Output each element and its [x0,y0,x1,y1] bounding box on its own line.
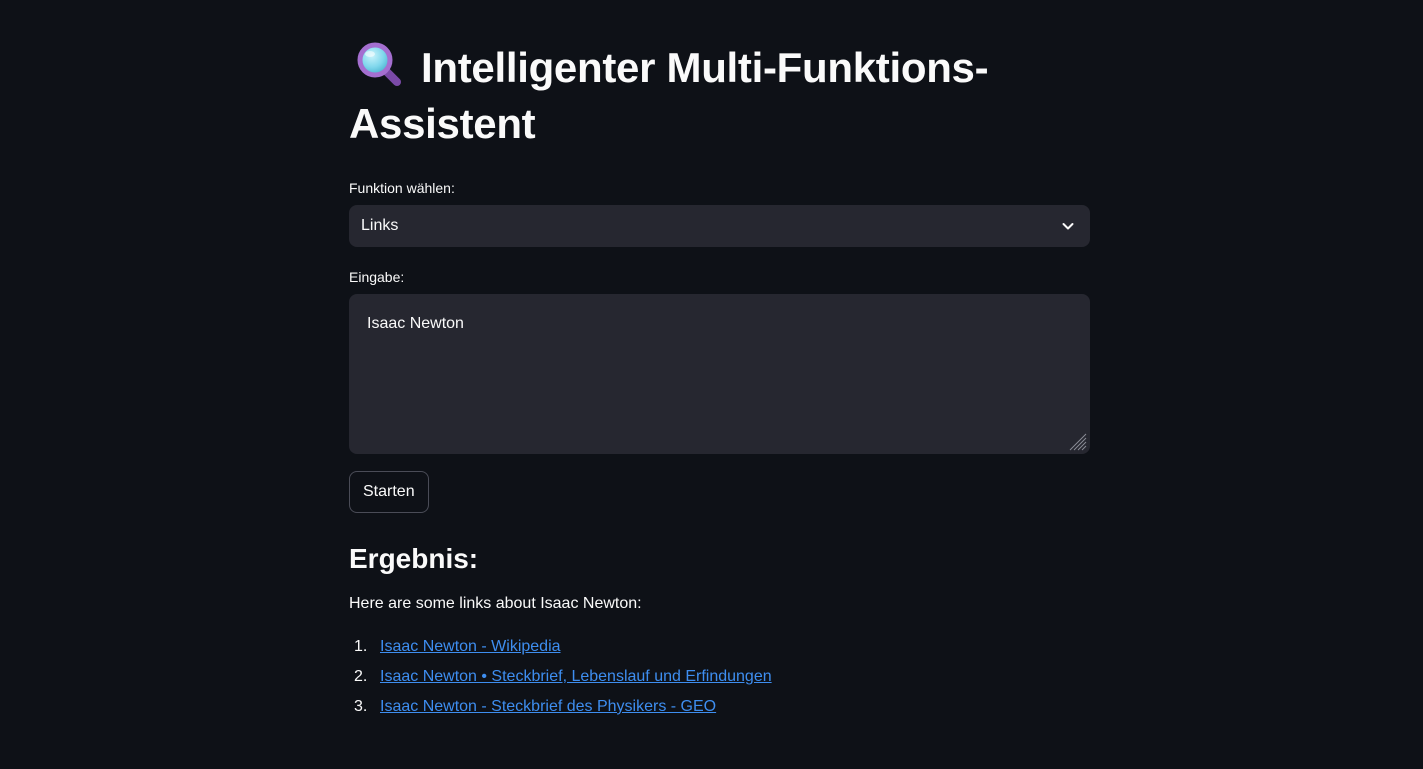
list-item: 1. Isaac Newton - Wikipedia [349,635,1090,659]
input-textarea[interactable]: Isaac Newton [349,294,1090,454]
chevron-down-icon [1062,223,1074,230]
resize-handle-icon[interactable] [1066,430,1088,452]
list-item-number: 2. [354,668,368,685]
list-item: 2. Isaac Newton • Steckbrief, Lebenslauf… [349,665,1090,689]
function-select-value: Links [361,217,399,234]
result-links-list: 1. Isaac Newton - Wikipedia 2. Isaac New… [349,635,1090,719]
list-item-number: 1. [354,638,368,655]
result-link[interactable]: Isaac Newton - Steckbrief des Physikers … [380,695,716,719]
function-select-label: Funktion wählen: [349,180,455,196]
page-title: Intelligenter Multi-Funktions-Assistent [349,40,1090,152]
result-link[interactable]: Isaac Newton • Steckbrief, Lebenslauf un… [380,665,772,689]
input-value: Isaac Newton [367,315,464,332]
list-item: 3. Isaac Newton - Steckbrief des Physike… [349,695,1090,719]
function-select[interactable]: Links [349,205,1090,247]
start-button[interactable]: Starten [349,471,429,513]
page-title-text: Intelligenter Multi-Funktions-Assistent [349,44,989,147]
result-link[interactable]: Isaac Newton - Wikipedia [380,635,561,659]
result-heading: Ergebnis: [349,543,479,574]
main-container: Intelligenter Multi-Funktions-Assistent … [349,0,1090,725]
result-intro: Here are some links about Isaac Newton: [349,595,642,612]
list-item-number: 3. [354,698,368,715]
input-label: Eingabe: [349,269,405,285]
magnifying-glass-icon [355,40,403,88]
